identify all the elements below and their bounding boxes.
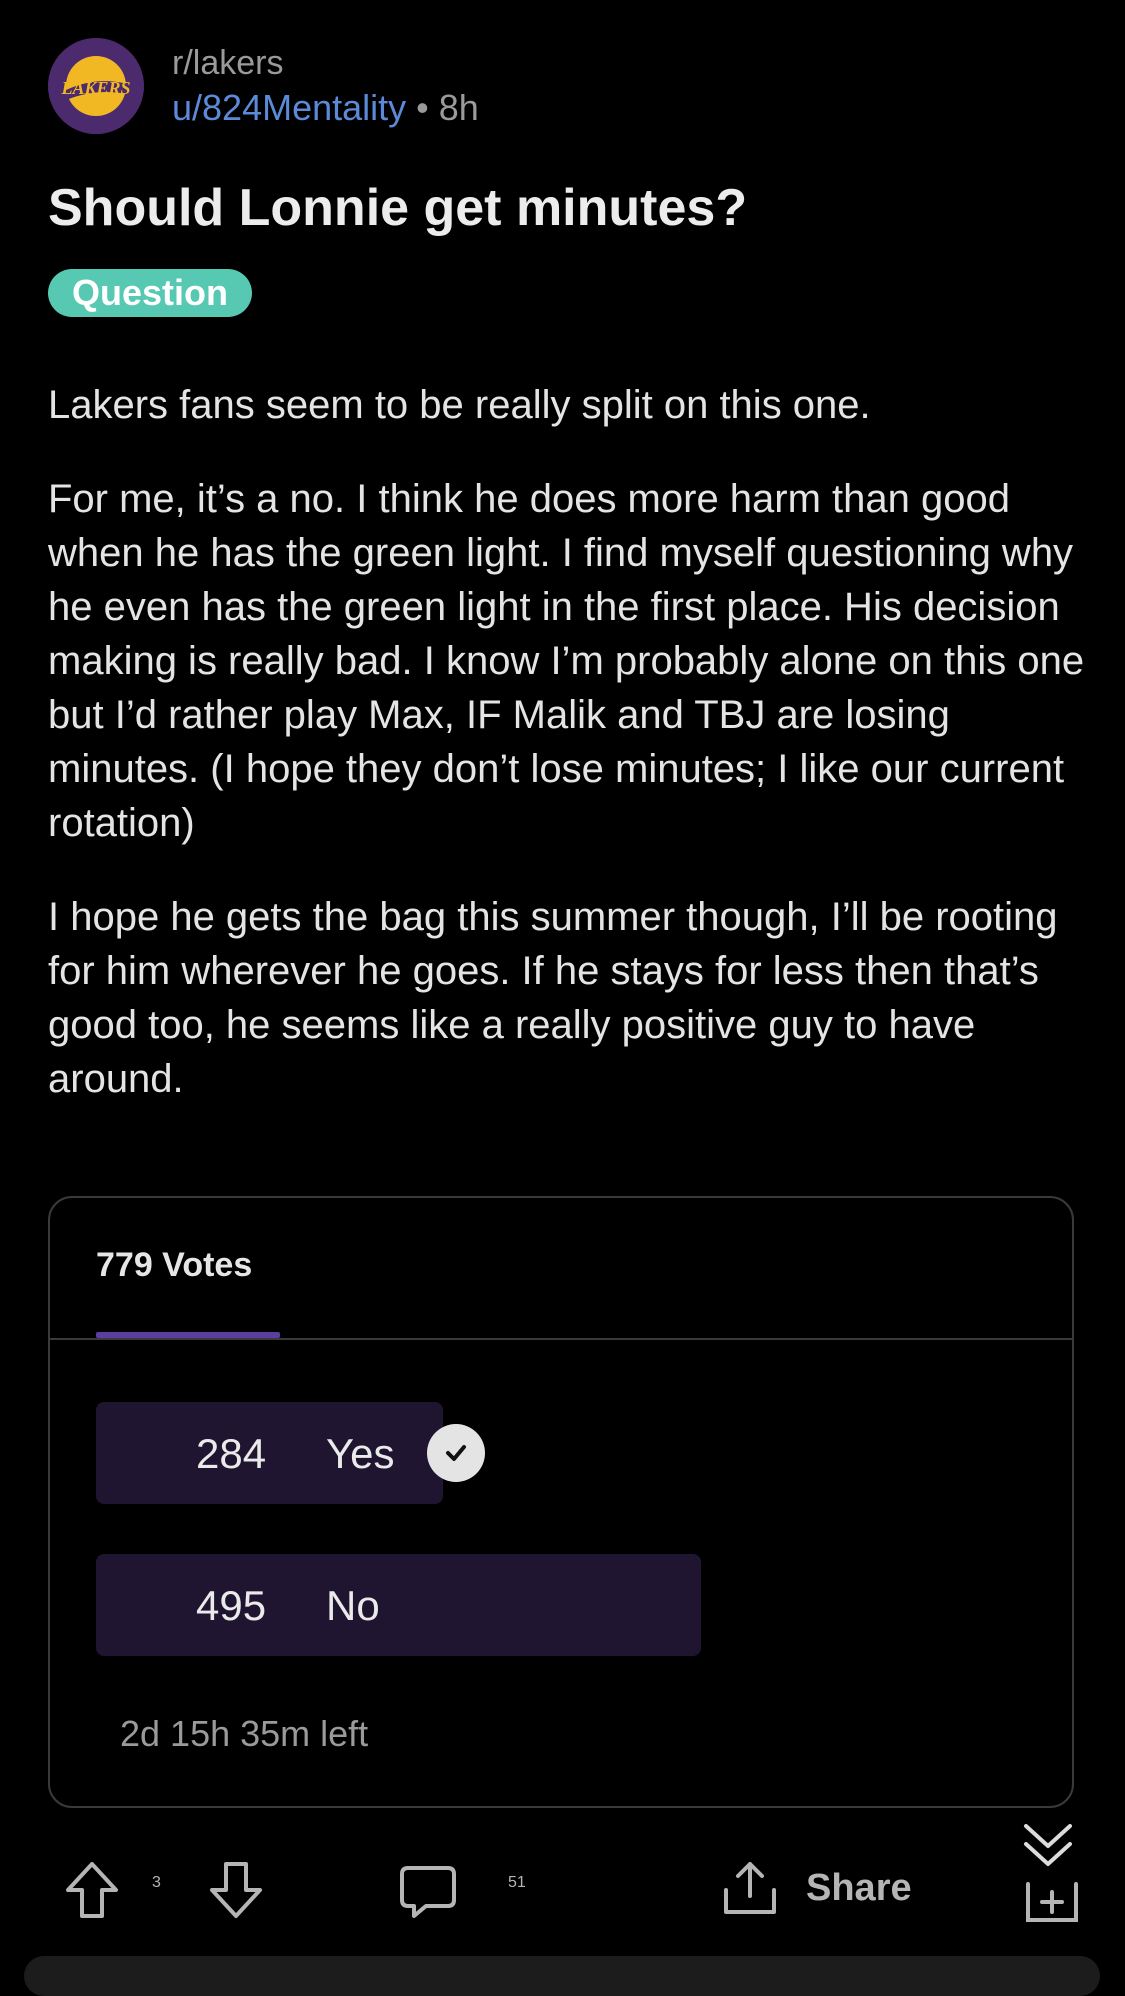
svg-text:LAKERS: LAKERS bbox=[60, 78, 130, 98]
upvote-button[interactable] bbox=[64, 1860, 120, 1920]
add-award-icon bbox=[1026, 1882, 1078, 1922]
selected-check-icon bbox=[427, 1424, 485, 1482]
share-button[interactable]: Share bbox=[720, 1858, 912, 1918]
downvote-button[interactable] bbox=[208, 1860, 264, 1920]
comment-input-bar[interactable] bbox=[24, 1956, 1100, 1996]
poll-option-label: No bbox=[326, 1582, 380, 1629]
post-age: 8h bbox=[438, 87, 479, 128]
post-title: Should Lonnie get minutes? bbox=[48, 179, 748, 237]
post-flair[interactable]: Question bbox=[48, 269, 253, 317]
poll-option-count: 284 bbox=[196, 1430, 267, 1477]
author-username[interactable]: u/824Mentality bbox=[172, 87, 406, 128]
collapse-button[interactable] bbox=[1022, 1820, 1074, 1872]
poll-header: 779 Votes bbox=[50, 1198, 1072, 1340]
poll-option-yes[interactable]: 284 Yes bbox=[96, 1402, 443, 1504]
arrow-down-icon bbox=[210, 1862, 262, 1918]
post-header: LAKERS r/lakers u/824Mentality • 8h bbox=[48, 38, 479, 134]
body-paragraph: I hope he gets the bag this summer thoug… bbox=[48, 895, 1058, 1101]
lakers-logo-icon: LAKERS bbox=[48, 38, 144, 134]
share-icon bbox=[724, 1862, 776, 1914]
comments-button[interactable] bbox=[398, 1864, 458, 1920]
poll-votes-tab[interactable]: 779 Votes bbox=[96, 1246, 252, 1285]
comment-bubble-icon bbox=[400, 1866, 456, 1918]
tab-underline bbox=[96, 1332, 280, 1338]
poll-card: 779 Votes 284 Yes 495 No 2d 15h 35m left bbox=[48, 1196, 1074, 1808]
comment-count: 51 bbox=[508, 1874, 526, 1891]
poll-option-no[interactable]: 495 No bbox=[96, 1554, 701, 1656]
subreddit-name[interactable]: r/lakers bbox=[172, 41, 479, 85]
meta-separator: • bbox=[416, 87, 429, 128]
vote-count: 3 bbox=[152, 1874, 161, 1891]
double-chevron-down-icon bbox=[1024, 1824, 1072, 1866]
award-button[interactable] bbox=[1024, 1880, 1080, 1924]
arrow-up-icon bbox=[66, 1862, 118, 1918]
body-paragraph: Lakers fans seem to be really split on t… bbox=[48, 383, 871, 427]
post-body: Lakers fans seem to be really split on t… bbox=[48, 378, 1088, 1146]
share-label: Share bbox=[806, 1866, 912, 1909]
body-paragraph: For me, it’s a no. I think he does more … bbox=[48, 477, 1085, 845]
subreddit-avatar[interactable]: LAKERS bbox=[48, 38, 144, 134]
poll-time-left: 2d 15h 35m left bbox=[120, 1713, 369, 1754]
poll-option-count: 495 bbox=[196, 1582, 267, 1629]
post-action-bar: 3 51 Share bbox=[0, 1824, 1125, 1940]
poll-option-label: Yes bbox=[326, 1430, 395, 1477]
